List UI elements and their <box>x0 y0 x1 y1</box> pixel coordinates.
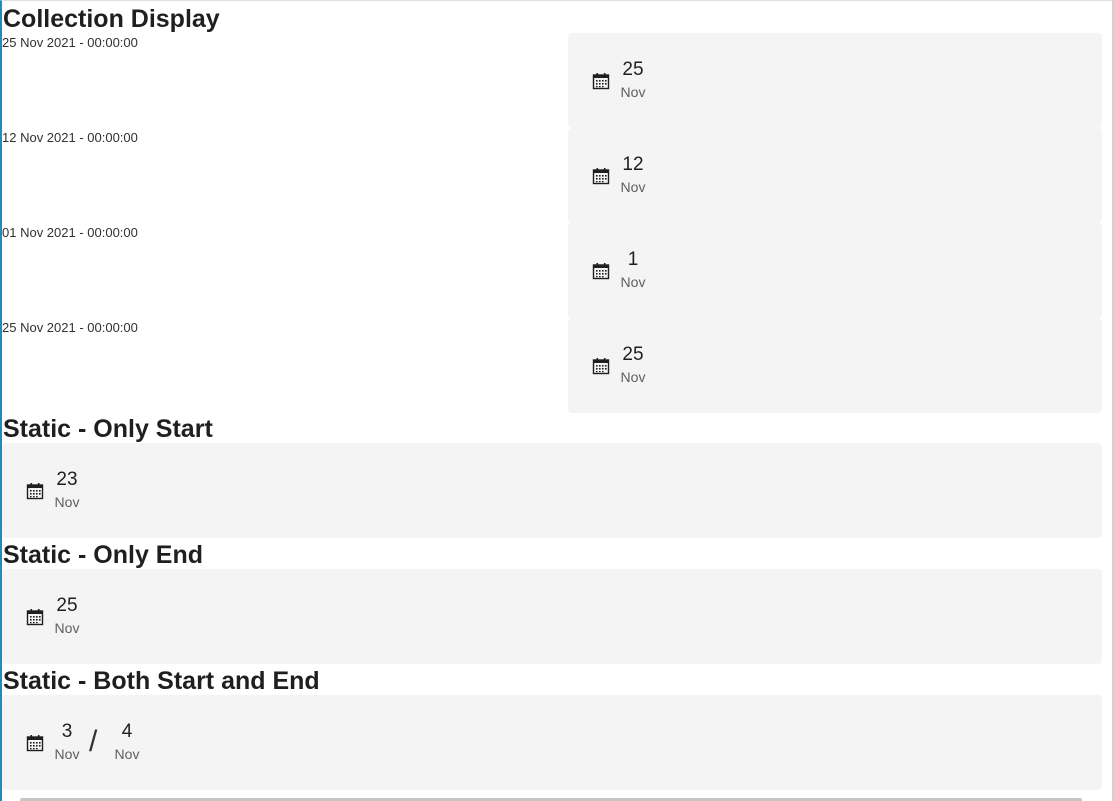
collection-row: 01 Nov 2021 - 00:00:00 1 Nov <box>2 223 1112 318</box>
collection-row: 12 Nov 2021 - 00:00:00 12 Nov <box>2 128 1112 223</box>
calendar-icon <box>592 73 610 90</box>
date-display: 25 Nov <box>613 344 653 386</box>
date-display: 1 Nov <box>613 249 653 291</box>
date-month: Nov <box>620 179 646 195</box>
only-start-title: Static - Only Start <box>3 415 213 443</box>
date-day: 1 <box>627 249 639 270</box>
date-card: 12 Nov <box>568 128 1102 223</box>
date-card: 1 Nov <box>568 223 1102 318</box>
both-start-end-card: 3 Nov / 4 Nov <box>2 695 1102 790</box>
end-date-display: 25 Nov <box>47 595 87 637</box>
date-day: 25 <box>622 344 644 365</box>
date-range-separator: / <box>89 725 98 758</box>
start-date-display: 23 Nov <box>47 469 87 511</box>
only-end-title: Static - Only End <box>3 541 204 569</box>
end-date-month: Nov <box>114 746 140 762</box>
date-day: 25 <box>622 59 644 80</box>
date-day: 12 <box>622 154 644 175</box>
calendar-icon <box>26 735 44 752</box>
end-date-display: 4 Nov <box>107 721 147 763</box>
date-day: 25 <box>56 595 78 616</box>
calendar-icon <box>26 609 44 626</box>
collection-row-label: 12 Nov 2021 - 00:00:00 <box>2 130 138 145</box>
date-month: Nov <box>620 274 646 290</box>
collection-row: 25 Nov 2021 - 00:00:00 25 Nov <box>2 318 1112 413</box>
date-display: 12 Nov <box>613 154 653 196</box>
collection-row-label: 25 Nov 2021 - 00:00:00 <box>2 35 138 50</box>
date-month: Nov <box>620 84 646 100</box>
calendar-icon <box>592 168 610 185</box>
date-month: Nov <box>620 369 646 385</box>
date-day: 23 <box>56 469 78 490</box>
collection-display-title: Collection Display <box>3 5 220 33</box>
collection-row-label: 25 Nov 2021 - 00:00:00 <box>2 320 138 335</box>
collection-row-label: 01 Nov 2021 - 00:00:00 <box>2 225 138 240</box>
date-month: Nov <box>54 494 80 510</box>
start-date-day: 3 <box>61 721 73 742</box>
calendar-icon <box>592 263 610 280</box>
only-end-card: 25 Nov <box>2 569 1102 664</box>
calendar-icon <box>26 483 44 500</box>
collection-row: 25 Nov 2021 - 00:00:00 25 Nov <box>2 33 1112 128</box>
date-display: 25 Nov <box>613 59 653 101</box>
date-card: 25 Nov <box>568 318 1102 413</box>
date-card: 25 Nov <box>568 33 1102 128</box>
calendar-icon <box>592 358 610 375</box>
only-start-card: 23 Nov <box>2 443 1102 538</box>
start-date-display: 3 Nov <box>47 721 87 763</box>
start-date-month: Nov <box>54 746 80 762</box>
end-date-day: 4 <box>121 721 133 742</box>
date-month: Nov <box>54 620 80 636</box>
page: Collection Display 25 Nov 2021 - 00:00:0… <box>0 0 1113 801</box>
both-start-end-title: Static - Both Start and End <box>3 667 320 695</box>
